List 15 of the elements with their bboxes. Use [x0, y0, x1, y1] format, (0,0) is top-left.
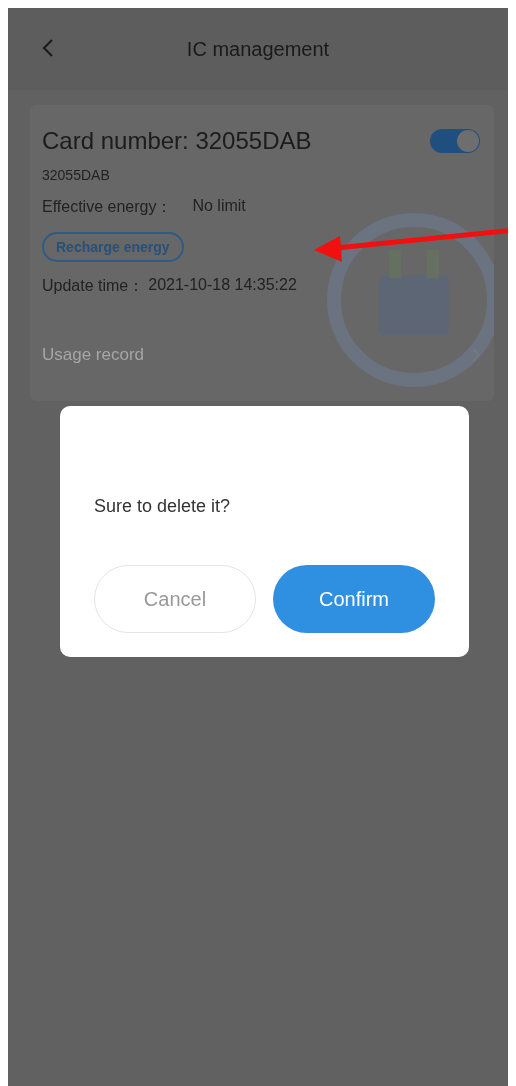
field-label: Effective energy：	[42, 197, 173, 217]
usage-record-link[interactable]: Usage record	[42, 345, 145, 365]
chevron-right-icon[interactable]	[472, 348, 480, 362]
confirm-button[interactable]: Confirm	[273, 565, 435, 633]
page-title: IC management	[186, 37, 330, 61]
field-label: Update time：	[42, 276, 145, 296]
dialog-message: Sure to delete it?	[94, 496, 232, 517]
field-value: 2021-10-18 14:35:22	[148, 276, 297, 295]
recharge-button[interactable]: Recharge energy	[42, 232, 184, 262]
card-id: 32055DAB	[42, 167, 111, 183]
field-value: No limit	[192, 197, 246, 216]
toggle-switch[interactable]	[430, 129, 480, 153]
card-title: Card number: 32055DAB	[42, 127, 312, 155]
back-icon[interactable]	[42, 38, 54, 58]
cancel-button[interactable]: Cancel	[94, 565, 256, 633]
